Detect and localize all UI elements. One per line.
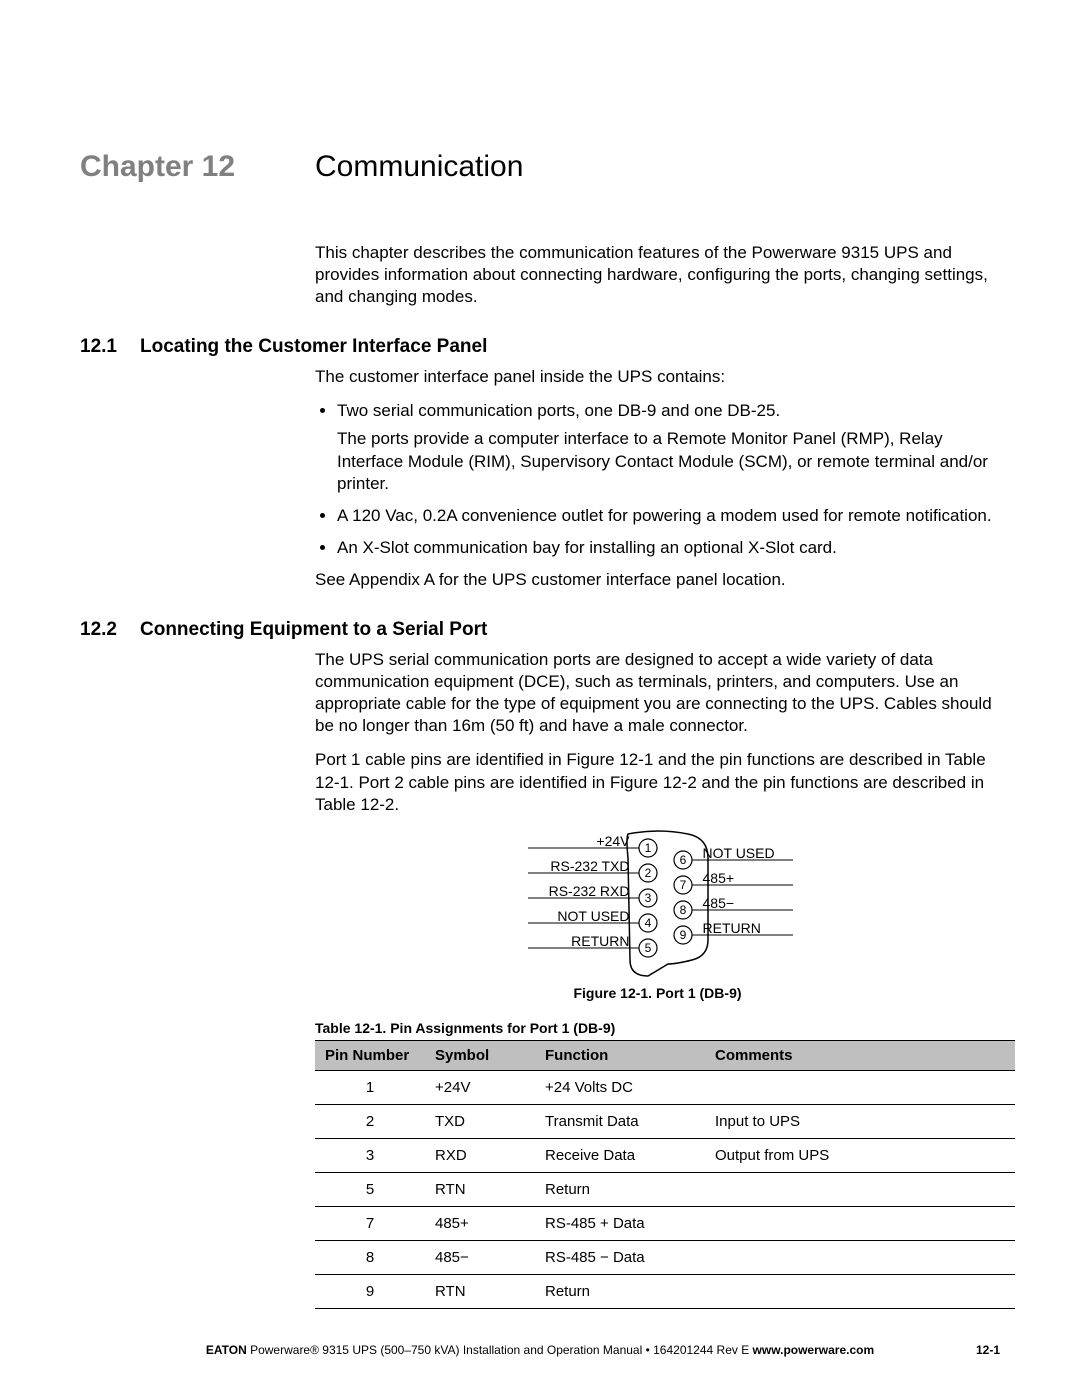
svg-text:5: 5	[644, 941, 651, 955]
svg-text:9: 9	[679, 928, 686, 942]
svg-text:6: 6	[679, 853, 686, 867]
svg-text:8: 8	[679, 903, 686, 917]
cell-cm	[705, 1274, 1015, 1308]
svg-text:7: 7	[679, 878, 686, 892]
cell-sym: +24V	[425, 1070, 535, 1104]
chapter-intro: This chapter describes the communication…	[315, 242, 1000, 308]
section-number: 12.1	[80, 336, 140, 358]
paragraph: Port 1 cable pins are identified in Figu…	[315, 749, 1000, 815]
pin6-label: NOT USED	[703, 844, 775, 862]
cell-pin: 1	[315, 1070, 425, 1104]
bullet-subtext: The ports provide a computer interface t…	[337, 428, 1000, 494]
section-number: 12.2	[80, 619, 140, 641]
cell-pin: 5	[315, 1172, 425, 1206]
table-row: 9 RTN Return	[315, 1274, 1015, 1308]
svg-text:3: 3	[644, 891, 651, 905]
cell-sym: 485−	[425, 1240, 535, 1274]
pin1-label: +24V	[596, 832, 629, 850]
tail-text: See Appendix A for the UPS customer inte…	[315, 569, 1000, 591]
section-12-2-heading: 12.2Connecting Equipment to a Serial Por…	[80, 619, 1000, 641]
bullet-text: A 120 Vac, 0.2A convenience outlet for p…	[337, 506, 992, 525]
cell-cm: Input to UPS	[705, 1104, 1015, 1138]
pin3-label: RS-232 RXD	[549, 882, 630, 900]
section-12-1-body: The customer interface panel inside the …	[315, 366, 1000, 591]
cell-fn: RS-485 − Data	[535, 1240, 705, 1274]
cell-sym: RXD	[425, 1138, 535, 1172]
bullet-item: Two serial communication ports, one DB-9…	[337, 400, 1000, 494]
cell-fn: RS-485 + Data	[535, 1206, 705, 1240]
bullet-list: Two serial communication ports, one DB-9…	[315, 400, 1000, 559]
cell-cm	[705, 1240, 1015, 1274]
bullet-text: Two serial communication ports, one DB-9…	[337, 401, 780, 420]
pin8-label: 485−	[703, 894, 735, 912]
pin5-label: RETURN	[571, 932, 629, 950]
cell-sym: TXD	[425, 1104, 535, 1138]
table-header-row: Pin Number Symbol Function Comments	[315, 1040, 1015, 1070]
cell-fn: Return	[535, 1172, 705, 1206]
footer-text: Powerware® 9315 UPS (500–750 kVA) Instal…	[247, 1343, 753, 1357]
cell-cm	[705, 1070, 1015, 1104]
col-function: Function	[535, 1040, 705, 1070]
table-row: 7 485+ RS-485 + Data	[315, 1206, 1015, 1240]
chapter-label: Chapter 12	[80, 150, 315, 184]
paragraph: The UPS serial communication ports are d…	[315, 649, 1000, 737]
cell-pin: 7	[315, 1206, 425, 1240]
figure-caption: Figure 12-1. Port 1 (DB-9)	[573, 984, 741, 1002]
section-12-1-heading: 12.1Locating the Customer Interface Pane…	[80, 336, 1000, 358]
cell-fn: Transmit Data	[535, 1104, 705, 1138]
cell-sym: 485+	[425, 1206, 535, 1240]
section-12-2-body: The UPS serial communication ports are d…	[315, 649, 1000, 1002]
cell-pin: 9	[315, 1274, 425, 1308]
col-symbol: Symbol	[425, 1040, 535, 1070]
db9-diagram: 1 2 3 4 5 6 7 8 9	[508, 828, 808, 978]
cell-cm	[705, 1206, 1015, 1240]
footer-brand: EATON	[206, 1343, 247, 1357]
table-row: 1 +24V +24 Volts DC	[315, 1070, 1015, 1104]
section-title: Connecting Equipment to a Serial Port	[140, 619, 487, 640]
col-pin: Pin Number	[315, 1040, 425, 1070]
table-row: 2 TXD Transmit Data Input to UPS	[315, 1104, 1015, 1138]
cell-fn: Receive Data	[535, 1138, 705, 1172]
page-number: 12-1	[976, 1343, 1000, 1357]
svg-text:1: 1	[644, 841, 651, 855]
cell-fn: Return	[535, 1274, 705, 1308]
cell-sym: RTN	[425, 1172, 535, 1206]
chapter-title: Communication	[315, 150, 523, 184]
table-row: 3 RXD Receive Data Output from UPS	[315, 1138, 1015, 1172]
pin7-label: 485+	[703, 869, 735, 887]
cell-pin: 3	[315, 1138, 425, 1172]
col-comments: Comments	[705, 1040, 1015, 1070]
cell-cm	[705, 1172, 1015, 1206]
lead-text: The customer interface panel inside the …	[315, 366, 1000, 388]
table-caption: Table 12-1. Pin Assignments for Port 1 (…	[315, 1020, 1000, 1036]
cell-fn: +24 Volts DC	[535, 1070, 705, 1104]
pin9-label: RETURN	[703, 919, 761, 937]
cell-pin: 2	[315, 1104, 425, 1138]
table-row: 8 485− RS-485 − Data	[315, 1240, 1015, 1274]
pin2-label: RS-232 TXD	[550, 857, 629, 875]
cell-cm: Output from UPS	[705, 1138, 1015, 1172]
cell-pin: 8	[315, 1240, 425, 1274]
footer-url: www.powerware.com	[753, 1343, 875, 1357]
svg-text:4: 4	[644, 916, 651, 930]
chapter-heading: Chapter 12 Communication	[80, 150, 1000, 184]
page-footer: EATON Powerware® 9315 UPS (500–750 kVA) …	[80, 1343, 1000, 1357]
table-row: 5 RTN Return	[315, 1172, 1015, 1206]
pin-assignments-table: Pin Number Symbol Function Comments 1 +2…	[315, 1040, 1015, 1309]
bullet-text: An X-Slot communication bay for installi…	[337, 538, 837, 557]
bullet-item: A 120 Vac, 0.2A convenience outlet for p…	[337, 505, 1000, 527]
section-title: Locating the Customer Interface Panel	[140, 336, 487, 357]
bullet-item: An X-Slot communication bay for installi…	[337, 537, 1000, 559]
cell-sym: RTN	[425, 1274, 535, 1308]
pin4-label: NOT USED	[557, 907, 629, 925]
svg-text:2: 2	[644, 866, 651, 880]
figure-12-1: 1 2 3 4 5 6 7 8 9	[315, 828, 1000, 1002]
